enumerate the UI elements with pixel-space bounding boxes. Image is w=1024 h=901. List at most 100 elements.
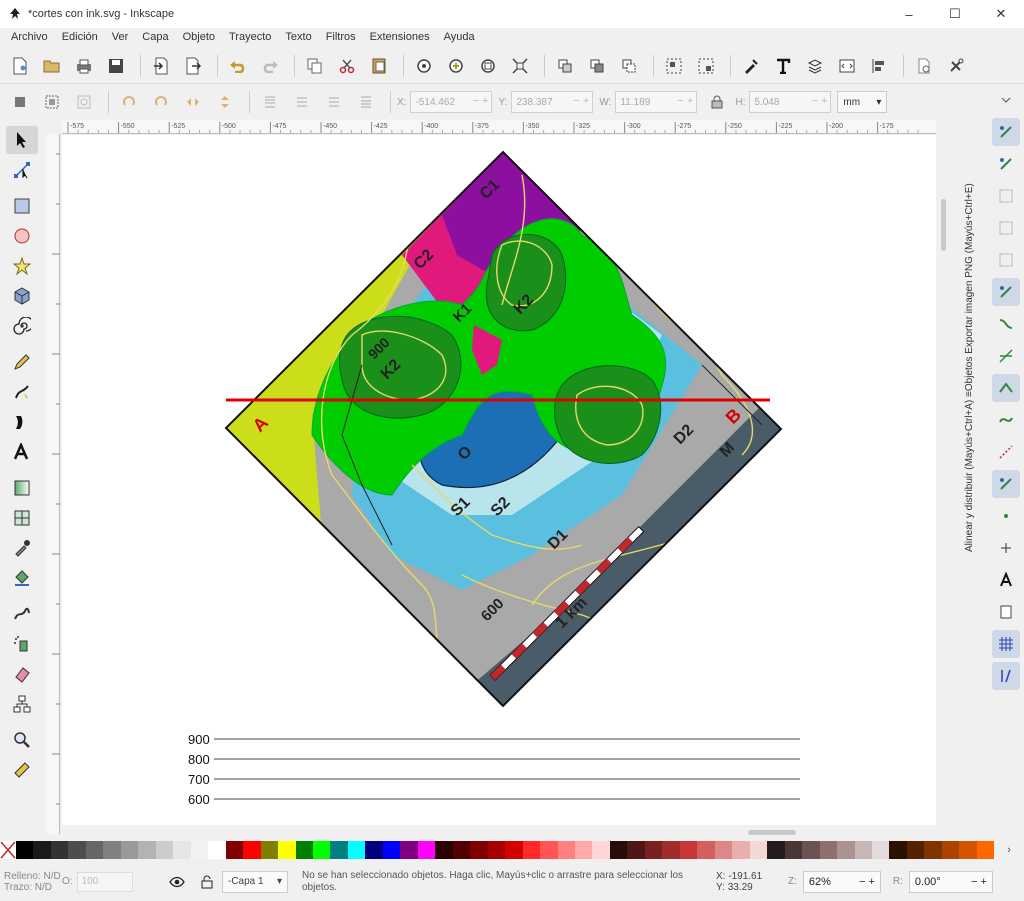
color-swatch[interactable] <box>592 841 610 859</box>
snap-bbox-edge-icon[interactable] <box>992 182 1020 210</box>
flip-vertical-icon[interactable] <box>211 88 239 116</box>
snap-rotation-center-icon[interactable] <box>992 534 1020 562</box>
ungroup-icon[interactable] <box>692 52 720 80</box>
3d-box-tool-icon[interactable] <box>6 282 38 310</box>
rotation-input[interactable]: 0.00° − + <box>908 870 993 893</box>
color-swatch[interactable] <box>679 841 698 859</box>
dock-tabs[interactable]: Alinear y distribuir (Mayús+Ctrl+A) ≡Obj… <box>954 120 982 840</box>
color-swatch[interactable] <box>295 841 313 859</box>
color-swatch[interactable] <box>155 841 174 859</box>
zoom-page-icon[interactable] <box>474 52 502 80</box>
color-swatch[interactable] <box>889 841 907 859</box>
fill-stroke-icon[interactable] <box>737 52 765 80</box>
lower-bottom-icon[interactable] <box>256 88 284 116</box>
color-swatch[interactable] <box>487 841 506 859</box>
stepper-icon[interactable]: − + <box>859 876 875 888</box>
w-input[interactable]: 11.189 − + <box>615 91 698 113</box>
document-properties-icon[interactable] <box>910 52 938 80</box>
xml-editor-icon[interactable] <box>833 52 861 80</box>
color-swatch[interactable] <box>784 841 803 859</box>
ellipse-tool-icon[interactable] <box>6 222 38 250</box>
color-swatch[interactable] <box>190 841 209 859</box>
snap-midpoint-icon[interactable] <box>992 438 1020 466</box>
snap-enable-icon[interactable] <box>992 118 1020 146</box>
layer-select[interactable]: -Capa 1 ▾ <box>222 870 288 893</box>
select-all-layers-icon[interactable] <box>38 88 66 116</box>
zoom-input[interactable]: 62% − + <box>802 870 881 893</box>
stepper-icon[interactable]: − + <box>573 95 589 107</box>
snap-cusp-icon[interactable] <box>992 374 1020 402</box>
eraser-tool-icon[interactable] <box>6 660 38 688</box>
lock-proportions-icon[interactable] <box>703 88 731 116</box>
zoom-page-width-icon[interactable] <box>506 52 534 80</box>
color-swatch[interactable] <box>819 841 838 859</box>
horizontal-ruler[interactable]: -575 -550 -525 -500 -475 -450 -425 -400 -375 -350… <box>62 120 936 134</box>
snap-grid-icon[interactable] <box>992 630 1020 658</box>
raise-icon[interactable] <box>320 88 348 116</box>
color-swatch[interactable] <box>382 841 401 859</box>
snap-center-icon[interactable] <box>992 502 1020 530</box>
color-swatch[interactable] <box>732 841 750 859</box>
palette-swatches[interactable] <box>16 841 995 859</box>
rotate-cw-icon[interactable] <box>147 88 175 116</box>
pen-tool-icon[interactable] <box>6 378 38 406</box>
color-swatch[interactable] <box>627 841 645 859</box>
snap-nodes-icon[interactable] <box>992 278 1020 306</box>
menu-capa[interactable]: Capa <box>135 31 175 43</box>
color-swatch[interactable] <box>924 841 942 859</box>
color-swatch[interactable] <box>802 841 820 859</box>
color-swatch[interactable] <box>557 841 575 859</box>
spiral-tool-icon[interactable] <box>6 312 38 340</box>
star-tool-icon[interactable] <box>6 252 38 280</box>
snap-bbox-midpoint-icon[interactable] <box>992 246 1020 274</box>
color-swatch[interactable] <box>906 841 925 859</box>
color-swatch[interactable] <box>400 841 418 859</box>
horizontal-scrollbar[interactable] <box>62 826 936 838</box>
menu-edicion[interactable]: Edición <box>55 31 105 43</box>
snap-bbox-icon[interactable] <box>992 150 1020 178</box>
zoom-tool-icon[interactable] <box>6 726 38 754</box>
pencil-tool-icon[interactable] <box>6 348 38 376</box>
print-icon[interactable] <box>70 52 98 80</box>
open-folder-icon[interactable] <box>38 52 66 80</box>
y-input[interactable]: 238.387 − + <box>511 91 594 113</box>
gradient-tool-icon[interactable] <box>6 474 38 502</box>
no-paint-swatch-icon[interactable] <box>0 841 16 859</box>
import-icon[interactable] <box>147 52 175 80</box>
color-swatch[interactable] <box>714 841 733 859</box>
scrollbar-thumb[interactable] <box>941 199 946 251</box>
deselect-icon[interactable] <box>70 88 98 116</box>
cut-icon[interactable] <box>333 52 361 80</box>
raise-top-icon[interactable] <box>352 88 380 116</box>
color-swatch[interactable] <box>417 841 436 859</box>
maximize-button[interactable]: ☐ <box>932 0 978 28</box>
color-swatch[interactable] <box>959 841 977 859</box>
color-swatch[interactable] <box>103 841 121 859</box>
color-swatch[interactable] <box>522 841 541 859</box>
lower-icon[interactable] <box>288 88 316 116</box>
color-swatch[interactable] <box>85 841 104 859</box>
text-tool-icon[interactable] <box>6 438 38 466</box>
lock-icon[interactable] <box>192 875 222 889</box>
menu-texto[interactable]: Texto <box>278 31 318 43</box>
color-palette[interactable]: › <box>0 841 1024 859</box>
color-swatch[interactable] <box>16 841 34 859</box>
color-swatch[interactable] <box>644 841 663 859</box>
dock-tab-labels[interactable]: Alinear y distribuir (Mayús+Ctrl+A) ≡Obj… <box>964 183 975 552</box>
color-swatch[interactable] <box>837 841 855 859</box>
color-swatch[interactable] <box>941 841 960 859</box>
color-swatch[interactable] <box>662 841 680 859</box>
vertical-ruler[interactable] <box>46 134 60 834</box>
snap-others-icon[interactable] <box>992 470 1020 498</box>
node-tool-icon[interactable] <box>6 156 38 184</box>
color-swatch[interactable] <box>173 841 191 859</box>
rotate-ccw-icon[interactable] <box>115 88 143 116</box>
select-all-icon[interactable] <box>6 88 34 116</box>
color-swatch[interactable] <box>976 841 995 859</box>
stepper-icon[interactable]: − + <box>971 876 987 888</box>
color-swatch[interactable] <box>435 841 453 859</box>
color-swatch[interactable] <box>68 841 86 859</box>
color-swatch[interactable] <box>138 841 156 859</box>
color-swatch[interactable] <box>120 841 139 859</box>
flip-horizontal-icon[interactable] <box>179 88 207 116</box>
